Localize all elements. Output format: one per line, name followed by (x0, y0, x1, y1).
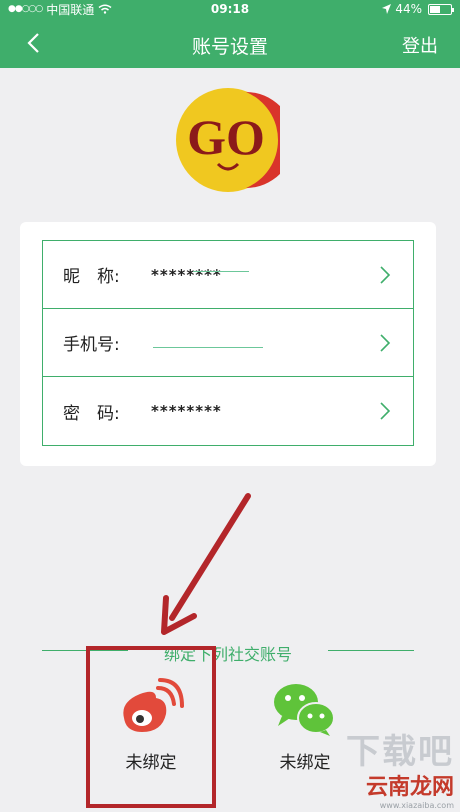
watermark-url: www.xiazaiba.com (379, 801, 454, 810)
nav-bar: 账号设置 登出 (0, 18, 460, 68)
battery-icon (428, 3, 454, 15)
watermark: 下载吧 云南龙网 www.xiazaiba.com (346, 735, 454, 810)
nickname-row[interactable]: 昵 称: ******** (43, 241, 413, 309)
avatar-text: GO (187, 109, 265, 165)
phone-label: 手机号: (63, 335, 120, 355)
location-icon (382, 4, 392, 14)
divider-right (328, 650, 414, 651)
nickname-label: 昵 称: (63, 267, 120, 287)
wechat-icon (274, 684, 335, 736)
avatar-image: GO (176, 88, 294, 192)
annotation-arrow (161, 493, 251, 635)
signal-icon: ●●○○○ (8, 4, 43, 14)
avatar[interactable]: GO (176, 88, 294, 192)
annotation-highlight-box (86, 646, 216, 808)
chevron-right-icon (380, 334, 391, 352)
status-right: 44% (382, 2, 454, 16)
phone-blur (153, 347, 263, 348)
carrier-name: 中国联通 (46, 2, 95, 17)
status-left: ●●○○○ 中国联通 (8, 1, 112, 18)
account-info-card: 昵 称: ******** 手机号: 密 码: ******** (20, 222, 436, 466)
watermark-brand: 云南龙网 (365, 775, 454, 800)
password-label: 密 码: (63, 403, 120, 424)
status-bar: ●●○○○ 中国联通 09:18 44% (0, 0, 460, 18)
page-title: 账号设置 (191, 36, 268, 58)
watermark-big: 下载吧 (346, 732, 454, 772)
logout-button[interactable]: 登出 (402, 32, 438, 58)
nickname-value: ******** (151, 265, 222, 284)
nickname-blur (193, 271, 249, 272)
chevron-right-icon (380, 402, 391, 420)
chevron-right-icon (380, 266, 391, 284)
wifi-icon (98, 4, 112, 14)
password-row[interactable]: 密 码: ******** (43, 377, 413, 445)
password-value: ******** (151, 402, 222, 420)
battery-percent: 44% (395, 2, 422, 16)
battery-fill (430, 5, 440, 13)
phone-row[interactable]: 手机号: (43, 309, 413, 377)
account-info-list: 昵 称: ******** 手机号: 密 码: ******** (42, 240, 414, 446)
